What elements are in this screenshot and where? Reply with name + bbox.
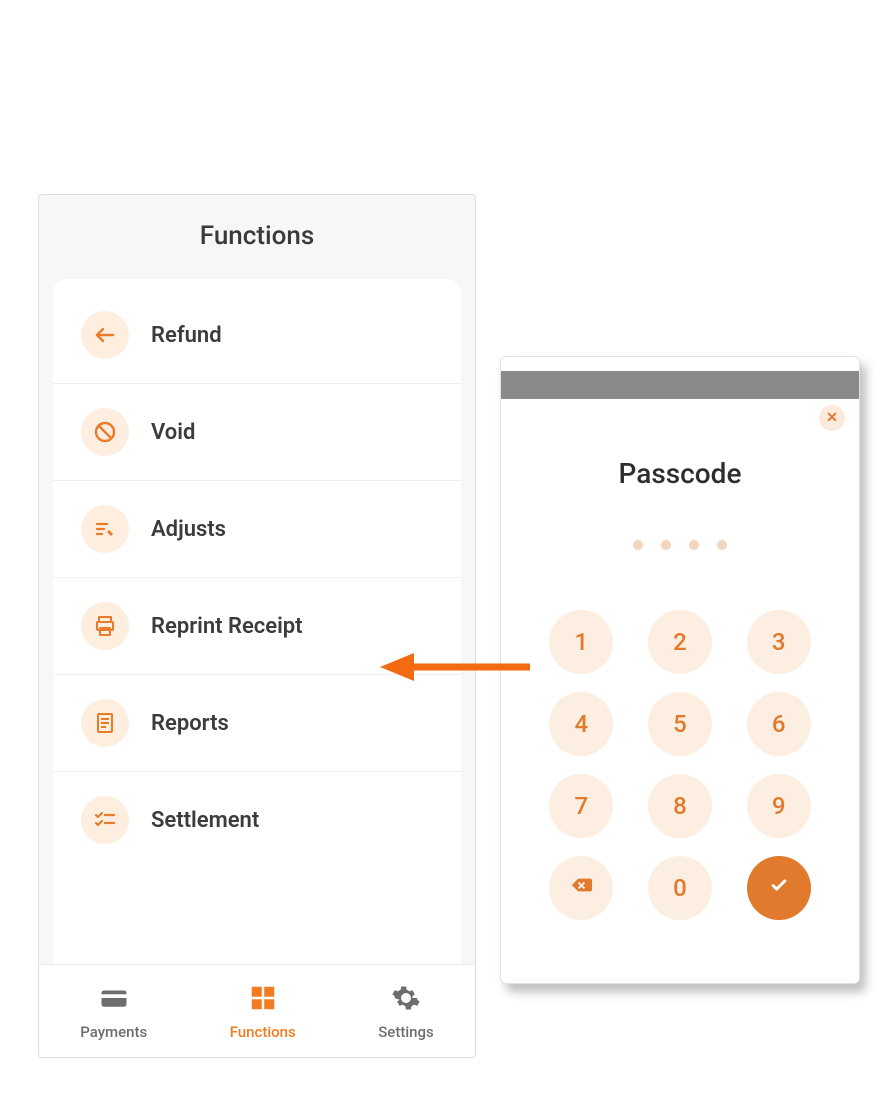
passcode-dots — [501, 540, 859, 550]
function-row-void[interactable]: Void — [53, 384, 461, 481]
edit-list-icon — [81, 505, 129, 553]
printer-icon — [81, 602, 129, 650]
close-row: ✕ — [501, 399, 859, 431]
key-7[interactable]: 7 — [549, 774, 613, 838]
function-row-reports[interactable]: Reports — [53, 675, 461, 772]
checklist-icon — [81, 796, 129, 844]
function-row-settlement[interactable]: Settlement — [53, 772, 461, 868]
nav-label: Settings — [378, 1023, 434, 1041]
functions-title: Functions — [39, 195, 475, 265]
key-6[interactable]: 6 — [747, 692, 811, 756]
function-label: Refund — [151, 323, 222, 348]
function-label: Reports — [151, 711, 229, 736]
prohibit-icon — [81, 408, 129, 456]
close-icon[interactable]: ✕ — [819, 405, 845, 431]
key-8[interactable]: 8 — [648, 774, 712, 838]
key-0[interactable]: 0 — [648, 856, 712, 920]
backspace-icon — [570, 874, 592, 902]
status-bar — [501, 357, 859, 371]
passcode-dot — [689, 540, 699, 550]
passcode-title: Passcode — [501, 457, 859, 490]
key-9[interactable]: 9 — [747, 774, 811, 838]
nav-label: Payments — [80, 1023, 147, 1041]
function-label: Settlement — [151, 808, 259, 833]
bottom-nav: Payments Functions Settings — [39, 964, 475, 1057]
key-3[interactable]: 3 — [747, 610, 811, 674]
function-row-adjusts[interactable]: Adjusts — [53, 481, 461, 578]
keypad: 1 2 3 4 5 6 7 8 9 0 — [501, 610, 859, 950]
check-icon — [765, 871, 793, 905]
gear-icon — [391, 983, 421, 1017]
grid-icon — [248, 983, 278, 1017]
top-bar — [501, 371, 859, 399]
key-1[interactable]: 1 — [549, 610, 613, 674]
function-row-reprint-receipt[interactable]: Reprint Receipt — [53, 578, 461, 675]
nav-label: Functions — [230, 1023, 296, 1041]
key-2[interactable]: 2 — [648, 610, 712, 674]
key-5[interactable]: 5 — [648, 692, 712, 756]
function-label: Void — [151, 420, 195, 445]
nav-payments[interactable]: Payments — [80, 983, 147, 1041]
card-icon — [99, 983, 129, 1017]
nav-settings[interactable]: Settings — [378, 983, 434, 1041]
functions-screen: Functions Refund Void Adjusts Reprint Re… — [38, 194, 476, 1058]
function-label: Adjusts — [151, 517, 226, 542]
key-4[interactable]: 4 — [549, 692, 613, 756]
passcode-screen: ✕ Passcode 1 2 3 4 5 6 7 8 9 0 — [500, 356, 860, 984]
report-icon — [81, 699, 129, 747]
functions-list: Refund Void Adjusts Reprint Receipt Repo — [53, 279, 461, 964]
key-confirm[interactable] — [747, 856, 811, 920]
passcode-dot — [717, 540, 727, 550]
passcode-dot — [633, 540, 643, 550]
passcode-dot — [661, 540, 671, 550]
function-label: Reprint Receipt — [151, 614, 303, 639]
nav-functions[interactable]: Functions — [230, 983, 296, 1041]
return-arrow-icon — [81, 311, 129, 359]
function-row-refund[interactable]: Refund — [53, 287, 461, 384]
key-backspace[interactable] — [549, 856, 613, 920]
